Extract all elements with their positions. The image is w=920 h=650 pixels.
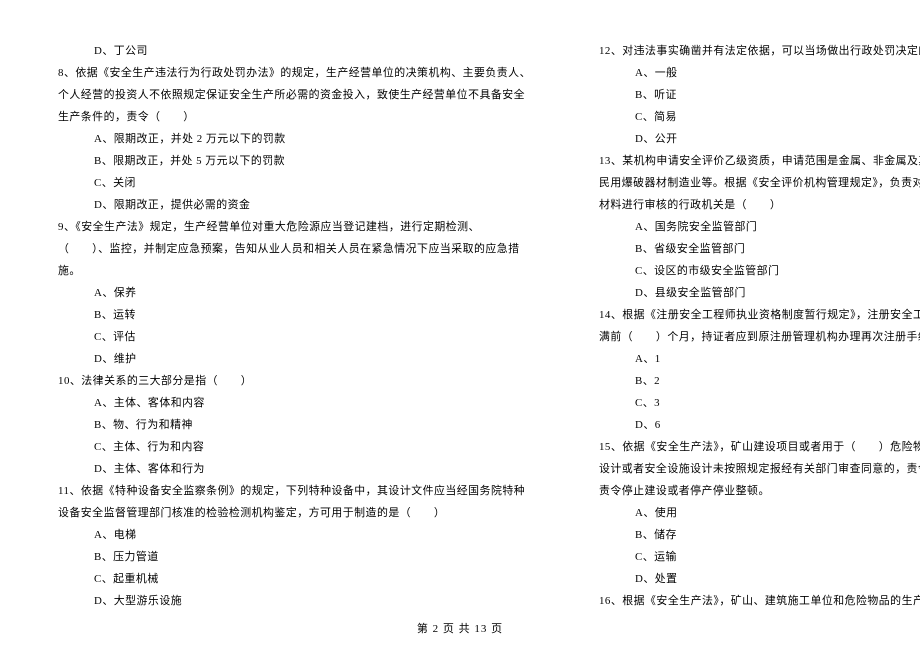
- option-a: A、使用: [599, 502, 920, 524]
- option-b: B、储存: [599, 524, 920, 546]
- page-body: D、丁公司 8、依据《安全生产违法行为行政处罚办法》的规定，生产经营单位的决策机…: [0, 0, 920, 610]
- option-c: C、主体、行为和内容: [58, 436, 531, 458]
- question-14-line1: 14、根据《注册安全工程师执业资格制度暂行规定》，注册安全工程师执业资格注册有效…: [599, 304, 920, 326]
- question-8-line1: 8、依据《安全生产违法行为行政处罚办法》的规定，生产经营单位的决策机构、主要负责…: [58, 62, 531, 84]
- option-c: C、运输: [599, 546, 920, 568]
- option-d: D、6: [599, 414, 920, 436]
- option-c: C、简易: [599, 106, 920, 128]
- option-c: C、起重机械: [58, 568, 531, 590]
- option-b: B、运转: [58, 304, 531, 326]
- option-d: D、限期改正，提供必需的资金: [58, 194, 531, 216]
- question-15-line1: 15、依据《安全生产法》，矿山建设项目或者用于（ ）危险物品的建设项目没有安全设…: [599, 436, 920, 458]
- question-15-line3: 责令停止建设或者停产停业整顿。: [599, 480, 920, 502]
- question-9-line1: 9、《安全生产法》规定，生产经营单位对重大危险源应当登记建档，进行定期检测、: [58, 216, 531, 238]
- option-a: A、保养: [58, 282, 531, 304]
- option-d: D、主体、客体和行为: [58, 458, 531, 480]
- question-11-line2: 设备安全监督管理部门核准的检验检测机构鉴定，方可用于制造的是（ ）: [58, 502, 531, 524]
- option-a: A、主体、客体和内容: [58, 392, 531, 414]
- option-b: B、听证: [599, 84, 920, 106]
- question-15-line2: 设计或者安全设施设计未按照规定报经有关部门审查同意的，责令限期改正；逾期未改正的…: [599, 458, 920, 480]
- question-10: 10、法律关系的三大部分是指（ ）: [58, 370, 531, 392]
- question-14-line2: 满前（ ）个月，持证者应到原注册管理机构办理再次注册手续。: [599, 326, 920, 348]
- option-d: D、丁公司: [58, 40, 531, 62]
- option-c: C、关闭: [58, 172, 531, 194]
- option-b: B、压力管道: [58, 546, 531, 568]
- option-d: D、大型游乐设施: [58, 590, 531, 612]
- option-d: D、县级安全监管部门: [599, 282, 920, 304]
- question-8-line2: 个人经营的投资人不依照规定保证安全生产所必需的资金投入，致使生产经营单位不具备安…: [58, 84, 531, 106]
- option-a: A、1: [599, 348, 920, 370]
- question-13-line3: 材料进行审核的行政机关是（ ）: [599, 194, 920, 216]
- option-a: A、国务院安全监管部门: [599, 216, 920, 238]
- option-a: A、限期改正，并处 2 万元以下的罚款: [58, 128, 531, 150]
- left-column: D、丁公司 8、依据《安全生产违法行为行政处罚办法》的规定，生产经营单位的决策机…: [58, 40, 531, 610]
- question-8-line3: 生产条件的，责令（ ）: [58, 106, 531, 128]
- option-b: B、2: [599, 370, 920, 392]
- option-c: C、设区的市级安全监管部门: [599, 260, 920, 282]
- question-13-line1: 13、某机构申请安全评价乙级资质，申请范围是金属、非金属及其他矿采选业、烟花爆竹…: [599, 150, 920, 172]
- question-9-line2: （ ）、监控，并制定应急预案，告知从业人员和相关人员在紧急情况下应当采取的应急措: [58, 238, 531, 260]
- page-footer: 第 2 页 共 13 页: [0, 620, 920, 636]
- option-d: D、维护: [58, 348, 531, 370]
- question-12: 12、对违法事实确凿并有法定依据，可以当场做出行政处罚决定的是（ ）程序。: [599, 40, 920, 62]
- question-16: 16、根据《安全生产法》，矿山、建筑施工单位和危险物品的生产、经营储存单位外的其…: [599, 590, 920, 612]
- option-d: D、处置: [599, 568, 920, 590]
- option-b: B、物、行为和精神: [58, 414, 531, 436]
- right-column: 12、对违法事实确凿并有法定依据，可以当场做出行政处罚决定的是（ ）程序。 A、…: [599, 40, 920, 610]
- question-13-line2: 民用爆破器材制造业等。根据《安全评价机构管理规定》，负责对该机构的资质申请表及证…: [599, 172, 920, 194]
- option-b: B、限期改正，并处 5 万元以下的罚款: [58, 150, 531, 172]
- option-c: C、3: [599, 392, 920, 414]
- option-d: D、公开: [599, 128, 920, 150]
- option-a: A、电梯: [58, 524, 531, 546]
- question-9-line3: 施。: [58, 260, 531, 282]
- option-a: A、一般: [599, 62, 920, 84]
- option-c: C、评估: [58, 326, 531, 348]
- question-11-line1: 11、依据《特种设备安全监察条例》的规定，下列特种设备中，其设计文件应当经国务院…: [58, 480, 531, 502]
- option-b: B、省级安全监管部门: [599, 238, 920, 260]
